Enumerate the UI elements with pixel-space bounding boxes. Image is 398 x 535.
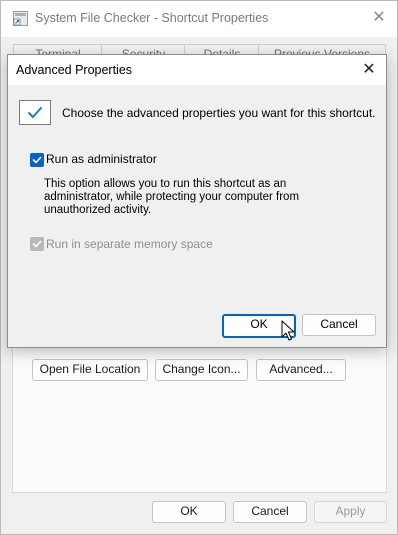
run-as-admin-checkbox[interactable] xyxy=(30,153,44,167)
advanced-properties-dialog: Advanced Properties ✕ Choose the advance… xyxy=(7,54,387,348)
main-ok-button[interactable]: OK xyxy=(152,501,226,523)
advanced-button[interactable]: Advanced... xyxy=(256,359,346,381)
run-as-admin-description: This option allows you to run this short… xyxy=(44,178,300,216)
shortcut-icon xyxy=(13,11,28,26)
checkmark-icon xyxy=(19,100,51,125)
main-window-title: System File Checker - Shortcut Propertie… xyxy=(35,11,269,25)
main-apply-button: Apply xyxy=(314,501,387,523)
advanced-cancel-button[interactable]: Cancel xyxy=(302,314,376,336)
close-icon[interactable]: ✕ xyxy=(358,59,380,81)
run-as-admin-label[interactable]: Run as administrator xyxy=(46,152,157,166)
open-file-location-button[interactable]: Open File Location xyxy=(32,359,148,381)
mouse-pointer-icon xyxy=(281,320,295,342)
main-titlebar: System File Checker - Shortcut Propertie… xyxy=(1,1,397,37)
separate-memory-label: Run in separate memory space xyxy=(46,237,213,251)
change-icon-button[interactable]: Change Icon... xyxy=(155,359,248,381)
advanced-dialog-title: Advanced Properties xyxy=(16,63,133,77)
main-cancel-button[interactable]: Cancel xyxy=(233,501,307,523)
separate-memory-checkbox xyxy=(30,237,44,251)
advanced-titlebar: Advanced Properties ✕ xyxy=(8,55,386,85)
advanced-header-text: Choose the advanced properties you want … xyxy=(62,106,376,120)
main-close-icon[interactable]: ✕ xyxy=(369,8,389,28)
